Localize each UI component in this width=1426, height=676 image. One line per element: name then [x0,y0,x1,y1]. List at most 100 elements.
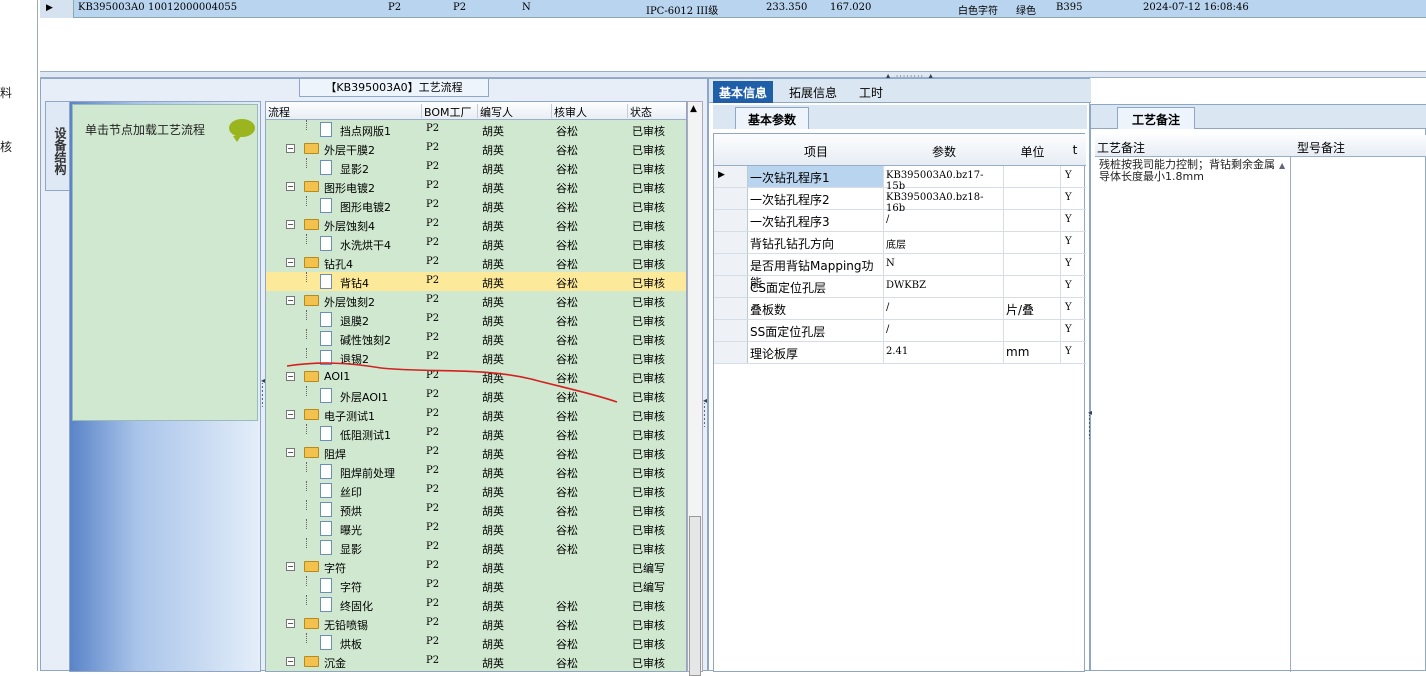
tree-row[interactable]: 终固化 P2 胡英 谷松 已审核 [266,595,686,614]
cell-unit[interactable]: mm [1004,342,1061,363]
collapse-toggle-icon[interactable]: − [286,296,295,305]
col-header-flow[interactable]: 流程 [266,104,422,119]
tree-row[interactable]: − 图形电镀2 P2 胡英 谷松 已审核 [266,177,686,196]
scroll-up-icon[interactable]: ▲ [690,104,697,114]
col-header-remark[interactable]: 工艺备注 [1097,139,1145,156]
tree-row[interactable]: − 沉金 P2 胡英 谷松 已审核 [266,652,686,671]
param-row[interactable]: 一次钻孔程序3/ Y [714,210,1086,232]
tab-equipment-structure[interactable]: 设备结构 [45,101,69,191]
row-marker[interactable] [714,320,748,341]
collapse-toggle-icon[interactable]: − [286,258,295,267]
cell-param[interactable]: / [884,210,1004,231]
cell-param[interactable]: 2.41 [884,342,1004,363]
cell-flag[interactable]: Y [1061,298,1086,319]
cell-unit[interactable] [1004,166,1061,187]
cell-flag[interactable]: Y [1061,210,1086,231]
scroll-thumb[interactable] [689,516,701,676]
row-marker[interactable] [714,232,748,253]
param-row[interactable]: 理论板厚 2.41 mm Y [714,342,1086,364]
tree-row[interactable]: 烘板 P2 胡英 谷松 已审核 [266,633,686,652]
param-row[interactable]: CS面定位孔层 DWKBZ Y [714,276,1086,298]
row-marker[interactable] [714,210,748,231]
remark-cell[interactable]: 残桩按我司能力控制；背钻剩余金属导体长度最小1.8mm ▲ [1095,157,1291,672]
param-row[interactable]: SS面定位孔层 / Y [714,320,1086,342]
tab-process-remark[interactable]: 工艺备注 [1117,107,1196,129]
col-header-unit[interactable]: 单位 [1004,143,1061,160]
tab-work-hours[interactable]: 工时 [853,81,889,103]
collapse-toggle-icon[interactable]: − [286,220,295,229]
collapse-toggle-icon[interactable]: − [286,657,295,666]
col-header-model-remark[interactable]: 型号备注 [1297,139,1345,156]
tree-row[interactable]: − 外层干膜2 P2 胡英 谷松 已审核 [266,139,686,158]
tree-row[interactable]: 丝印 P2 胡英 谷松 已审核 [266,481,686,500]
tree-row[interactable]: 水洗烘干4 P2 胡英 谷松 已审核 [266,234,686,253]
param-row[interactable]: ▶ 一次钻孔程序1 KB395003A0.bz17-15b Y [714,166,1086,192]
tree-row[interactable]: 图形电镀2 P2 胡英 谷松 已审核 [266,196,686,215]
tree-row[interactable]: 显影2 P2 胡英 谷松 已审核 [266,158,686,177]
row-marker[interactable] [714,188,748,209]
tree-row[interactable]: − 字符 P2 胡英 已编写 [266,557,686,576]
cell-param[interactable]: / [884,320,1004,341]
tab-basic-info[interactable]: 基本信息 [713,81,774,103]
tree-row[interactable]: 背钻4 P2 胡英 谷松 已审核 [266,272,686,291]
cell-param[interactable]: DWKBZ [884,276,1004,297]
col-header-reviewer[interactable]: 核审人 [552,104,628,119]
cell-flag[interactable]: Y [1061,188,1086,209]
cell-unit[interactable] [1004,210,1061,231]
cell-unit[interactable] [1004,254,1061,275]
cell-flag[interactable]: Y [1061,342,1086,363]
cell-unit[interactable] [1004,320,1061,341]
row-marker[interactable]: ▶ [714,166,748,187]
col-header-flag[interactable]: t [1066,143,1084,157]
scroll-up-icon[interactable]: ▲ [1279,161,1285,170]
order-grid-row[interactable]: ▶ KB395003A0 10012000004055 P2 P2 N IPC-… [40,0,1426,18]
cell-param[interactable]: KB395003A0.bz17-15b [884,166,1004,192]
cell-param[interactable]: / [884,298,1004,319]
param-row[interactable]: 是否用背钻Mapping功能 N Y [714,254,1086,290]
tree-row[interactable]: − 外层蚀刻2 P2 胡英 谷松 已审核 [266,291,686,310]
row-marker[interactable] [714,298,748,319]
param-row[interactable]: 一次钻孔程序2 KB395003A0.bz18-16b Y [714,188,1086,214]
tree-scrollbar[interactable]: ▲ [687,101,703,676]
cell-param[interactable]: N [884,254,1004,275]
col-header-status[interactable]: 状态 [628,104,686,119]
tree-row[interactable]: 显影 P2 胡英 谷松 已审核 [266,538,686,557]
tree-row[interactable]: 字符 P2 胡英 已编写 [266,576,686,595]
collapse-toggle-icon[interactable]: − [286,619,295,628]
cell-flag[interactable]: Y [1061,232,1086,253]
cell-unit[interactable]: 片/叠 [1004,298,1061,319]
col-header-writer[interactable]: 编写人 [478,104,552,119]
cell-param[interactable]: 底层 [884,232,1004,253]
pane-splitter-grip-icon[interactable]: ◂:::::: [703,397,707,429]
collapse-toggle-icon[interactable]: − [286,448,295,457]
cell-unit[interactable] [1004,276,1061,297]
collapse-toggle-icon[interactable]: − [286,410,295,419]
cell-flag[interactable]: Y [1061,166,1086,187]
cell-flag[interactable]: Y [1061,254,1086,275]
tree-row[interactable]: − 钻孔4 P2 胡英 谷松 已审核 [266,253,686,272]
tree-row[interactable]: 低阻测试1 P2 胡英 谷松 已审核 [266,424,686,443]
col-header-item[interactable]: 项目 [748,143,884,160]
node-hint-box[interactable]: 单击节点加载工艺流程 [72,104,258,421]
param-row[interactable]: 叠板数 / 片/叠 Y [714,298,1086,320]
param-row[interactable]: 背钻孔钻孔方向 底层 Y [714,232,1086,254]
cell-unit[interactable] [1004,188,1061,209]
tree-row[interactable]: 碱性蚀刻2 P2 胡英 谷松 已审核 [266,329,686,348]
collapse-toggle-icon[interactable]: − [286,144,295,153]
tab-basic-params[interactable]: 基本参数 [735,107,810,129]
tree-row[interactable]: 阻焊前处理 P2 胡英 谷松 已审核 [266,462,686,481]
tree-row[interactable]: 退膜2 P2 胡英 谷松 已审核 [266,310,686,329]
col-header-bom[interactable]: BOM工厂 [422,104,478,119]
pane-splitter-grip-icon[interactable]: ◂:::::: [1088,409,1092,441]
cell-flag[interactable]: Y [1061,320,1086,341]
tree-row[interactable]: 挡点网版1 P2 胡英 谷松 已审核 [266,120,686,139]
col-header-param[interactable]: 参数 [884,143,1004,160]
tab-extended-info[interactable]: 拓展信息 [783,81,843,103]
tree-row[interactable]: − 无铅喷锡 P2 胡英 谷松 已审核 [266,614,686,633]
collapse-toggle-icon[interactable]: − [286,562,295,571]
tree-row[interactable]: − 阻焊 P2 胡英 谷松 已审核 [266,443,686,462]
tree-row[interactable]: 曝光 P2 胡英 谷松 已审核 [266,519,686,538]
cell-unit[interactable] [1004,232,1061,253]
cell-param[interactable]: KB395003A0.bz18-16b [884,188,1004,214]
collapse-toggle-icon[interactable]: − [286,182,295,191]
